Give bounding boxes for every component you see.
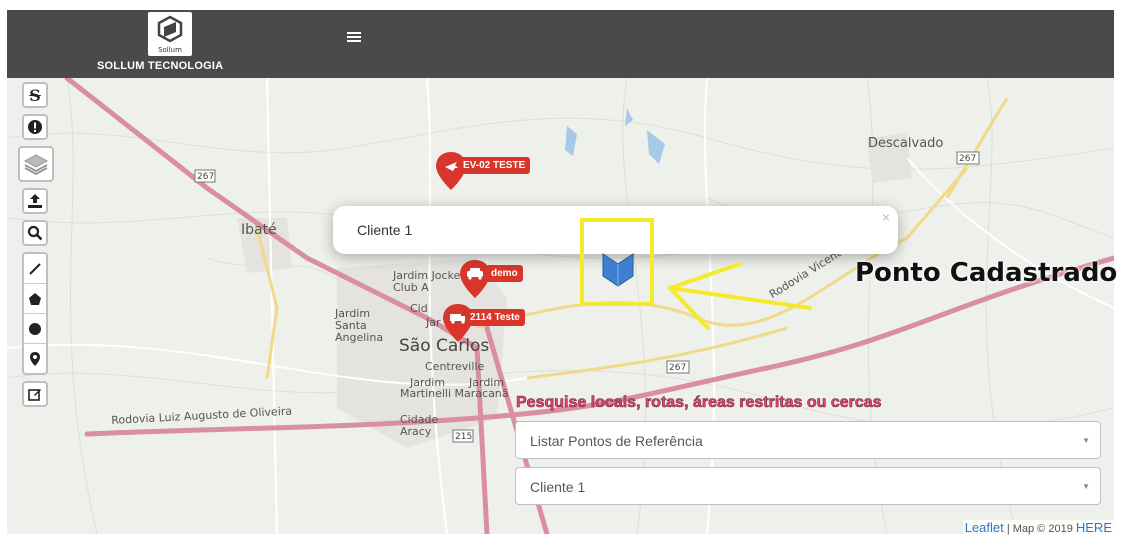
map-view[interactable]: 267 267 267 215 Ibaté Descalvado Jardim …	[7, 78, 1114, 534]
polygon-icon[interactable]	[24, 284, 46, 314]
info-icon[interactable]	[22, 114, 48, 140]
upload-icon[interactable]	[22, 188, 48, 214]
annotation-arrow-icon	[668, 262, 812, 330]
place-label-centreville: Centreville	[425, 360, 485, 373]
attribution-text: | Map © 2019	[1006, 523, 1073, 535]
sollum-logo[interactable]: Sollum	[148, 12, 192, 56]
place-label-jockei: Jardim Jockei Club A	[393, 269, 464, 294]
strike-icon[interactable]: S	[22, 82, 48, 108]
route-shield-267-c: 267	[669, 363, 686, 373]
map-attribution: Leaflet | Map © 2019 HERE	[962, 520, 1114, 535]
route-shield-267-a: 267	[197, 172, 214, 182]
circle-icon[interactable]	[24, 314, 46, 344]
here-link[interactable]: HERE	[1076, 520, 1112, 535]
client-select[interactable]: Cliente 1 ▼	[515, 467, 1101, 505]
select-value: Cliente 1	[530, 479, 586, 495]
top-navbar: Sollum SOLLUM TECNOLOGIA	[7, 10, 1114, 78]
place-label-martinelli: Martinelli Maracanã	[400, 387, 509, 400]
place-label-ibate: Ibaté	[241, 222, 277, 238]
place-label-cidade-aracy: Cidade Aracy	[400, 413, 439, 438]
popup-text: Cliente 1	[357, 222, 413, 238]
map-toolbar: S	[18, 82, 54, 407]
logo-caption: Sollum	[158, 46, 182, 54]
place-label-santa-angelina: Jardim Santa Angelina	[335, 307, 384, 344]
marker-label: demo	[486, 265, 523, 282]
layers-icon[interactable]	[18, 146, 54, 182]
marker-label: EV-02 TESTE	[458, 157, 531, 174]
leaflet-link[interactable]: Leaflet	[965, 520, 1004, 535]
hamburger-icon[interactable]	[347, 30, 361, 44]
edit-icon[interactable]	[22, 381, 48, 407]
place-label-cid: Cid	[410, 302, 428, 315]
route-shield-215: 215	[455, 432, 472, 442]
registered-point-icon[interactable]	[601, 250, 635, 288]
annotation-label: Ponto Cadastrado	[855, 258, 1118, 288]
draw-tools-group	[22, 252, 48, 375]
marker-icon[interactable]	[24, 344, 46, 373]
search-panel-title: Pesquise locais, rotas, áreas restritas …	[516, 394, 882, 412]
caret-down-icon: ▼	[1082, 482, 1090, 491]
caret-down-icon: ▼	[1082, 436, 1090, 445]
popup-close-button[interactable]: ×	[882, 209, 890, 225]
line-draw-icon[interactable]	[24, 254, 46, 284]
reference-points-select[interactable]: Listar Pontos de Referência ▼	[515, 421, 1101, 459]
marker-label: 2114 Teste	[465, 309, 525, 326]
search-icon[interactable]	[22, 220, 48, 246]
place-label-descalvado: Descalvado	[868, 136, 944, 151]
place-label-jar: Jar	[426, 316, 441, 329]
route-shield-267-b: 267	[959, 154, 976, 164]
logo-emblem-icon	[157, 15, 183, 43]
map-base: 267 267 267 215	[7, 78, 1114, 534]
select-value: Listar Pontos de Referência	[530, 433, 703, 449]
brand-name: SOLLUM TECNOLOGIA	[97, 60, 224, 72]
